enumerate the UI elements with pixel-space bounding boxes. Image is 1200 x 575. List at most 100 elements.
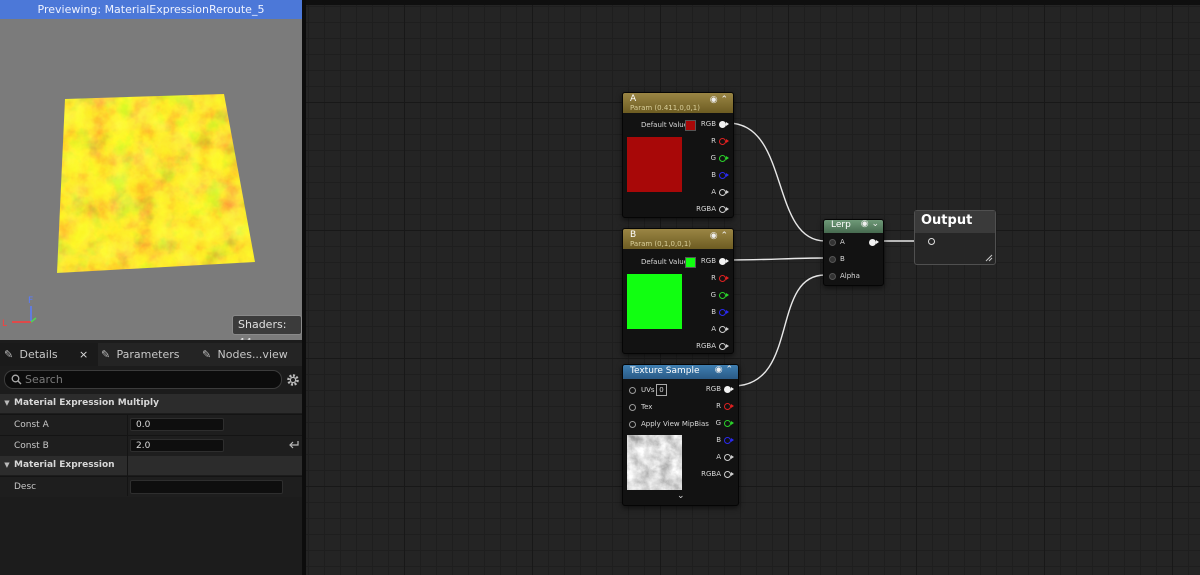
input-pin-a[interactable]	[829, 239, 836, 246]
node-header-icons[interactable]: ◉ ⌃	[710, 95, 728, 105]
output-pin-rgba[interactable]	[724, 471, 731, 478]
pin-arrow-icon	[726, 190, 729, 194]
gear-icon[interactable]	[286, 373, 300, 387]
node-texture-sample[interactable]: Texture Sample ◉ ⌃ UVs 0 Tex Apply View …	[622, 364, 739, 506]
pin-label-a: A	[716, 453, 721, 461]
collapse-up-icon[interactable]: ⌃	[720, 95, 728, 105]
close-icon[interactable]: ×	[79, 343, 88, 366]
output-pin-rgb[interactable]	[719, 258, 726, 265]
node-param-b[interactable]: B Param (0,1,0,0,1) ◉ ⌃ Default Value RG…	[622, 228, 734, 354]
node-output[interactable]: Output	[914, 210, 996, 265]
pin-arrow-icon	[726, 139, 729, 143]
collapse-up-icon[interactable]: ⌃	[720, 231, 728, 241]
tab-nodes-view[interactable]: ✎ Nodes...view	[202, 343, 300, 366]
category-material-expression-multiply[interactable]: ▼ Material Expression Multiply	[0, 394, 302, 413]
pin-arrow-icon	[726, 276, 729, 280]
output-pin-a[interactable]	[719, 326, 726, 333]
output-pin-rgba[interactable]	[719, 343, 726, 350]
search-box[interactable]	[4, 370, 282, 389]
category-material-expression[interactable]: ▼ Material Expression	[0, 456, 302, 475]
preview-toggle-icon[interactable]: ◉	[710, 231, 718, 241]
axis-gizmo: F L	[2, 296, 37, 329]
pin-label-r: R	[716, 402, 721, 410]
node-header[interactable]: Output	[915, 211, 995, 233]
output-pin-b[interactable]	[719, 309, 726, 316]
input-pin-mipbias[interactable]	[629, 421, 636, 428]
node-header[interactable]: A Param (0.411,0,0,1) ◉ ⌃	[623, 93, 733, 113]
input-pin-alpha[interactable]	[829, 273, 836, 280]
search-input[interactable]	[25, 371, 275, 388]
output-pin-g[interactable]	[719, 292, 726, 299]
node-header[interactable]: Lerp ◉ ⌄	[824, 220, 883, 233]
pin-arrow-icon	[726, 207, 729, 211]
output-pin-b[interactable]	[724, 437, 731, 444]
material-graph-canvas[interactable]	[306, 0, 1200, 575]
collapse-down-icon[interactable]: ⌄	[871, 220, 879, 229]
output-pin-a[interactable]	[719, 189, 726, 196]
output-pin-b[interactable]	[719, 172, 726, 179]
reset-to-default-icon[interactable]	[288, 439, 300, 449]
pin-label-rgb: RGB	[700, 257, 716, 265]
node-header[interactable]: Texture Sample ◉ ⌃	[623, 365, 738, 379]
node-title: Texture Sample	[630, 366, 700, 376]
pin-label-rgba: RGBA	[696, 205, 716, 213]
pin-arrow-icon	[731, 438, 734, 442]
resize-grip-icon[interactable]	[985, 254, 993, 262]
output-pin-r[interactable]	[719, 138, 726, 145]
output-pin[interactable]	[869, 239, 876, 246]
output-pin-a[interactable]	[724, 454, 731, 461]
column-divider[interactable]	[127, 414, 128, 496]
const-b-field[interactable]: 2.0	[130, 439, 224, 452]
preview-toggle-icon[interactable]: ◉	[710, 95, 718, 105]
output-pin-r[interactable]	[724, 403, 731, 410]
output-pin-rgb[interactable]	[724, 386, 731, 393]
node-lerp[interactable]: Lerp ◉ ⌄ A B Alpha	[823, 219, 884, 286]
pin-label-r: R	[711, 137, 716, 145]
node-title: A	[630, 94, 637, 104]
pin-arrow-icon	[726, 156, 729, 160]
output-pin-rgb[interactable]	[719, 121, 726, 128]
expand-chevron-icon[interactable]: ⌄	[677, 491, 685, 501]
pin-arrow-icon	[731, 421, 734, 425]
output-pin-g[interactable]	[724, 420, 731, 427]
uvs-value-field[interactable]: 0	[656, 384, 667, 396]
default-value-swatch[interactable]	[685, 120, 696, 131]
const-a-field[interactable]: 0.0	[130, 418, 224, 431]
input-pin-output[interactable]	[928, 238, 935, 245]
pin-label-mipbias: Apply View MipBias	[641, 420, 709, 428]
node-param-a[interactable]: A Param (0.411,0,0,1) ◉ ⌃ Default Value …	[622, 92, 734, 218]
pin-label-b: B	[711, 171, 716, 179]
default-value-label: Default Value	[641, 121, 689, 129]
desc-field[interactable]	[130, 480, 283, 494]
pin-label-rgba: RGBA	[696, 342, 716, 350]
node-subtitle: Param (0,1,0,0,1)	[630, 240, 692, 248]
node-header-icons[interactable]: ◉ ⌄	[861, 220, 879, 229]
input-pin-uvs[interactable]	[629, 387, 636, 394]
node-header-icons[interactable]: ◉ ⌃	[710, 231, 728, 241]
node-subtitle: Param (0.411,0,0,1)	[630, 104, 700, 112]
tab-parameters[interactable]: ✎ Parameters	[101, 343, 197, 366]
preview-toggle-icon[interactable]: ◉	[715, 365, 723, 375]
pin-label-b: B	[711, 308, 716, 316]
pin-label-rgba: RGBA	[701, 470, 721, 478]
node-header[interactable]: B Param (0,1,0,0,1) ◉ ⌃	[623, 229, 733, 249]
input-pin-b[interactable]	[829, 256, 836, 263]
pin-label-g: G	[710, 154, 716, 162]
pin-arrow-icon	[731, 472, 734, 476]
node-title: Lerp	[831, 220, 851, 230]
preview-viewport[interactable]: F L Shaders: 44	[0, 19, 302, 340]
pin-arrow-icon	[731, 387, 734, 391]
pin-arrow-icon	[731, 404, 734, 408]
pin-label-r: R	[711, 274, 716, 282]
node-header-icons[interactable]: ◉ ⌃	[715, 365, 733, 375]
color-preview	[627, 137, 682, 192]
pin-label-g: G	[715, 419, 721, 427]
output-pin-g[interactable]	[719, 155, 726, 162]
input-pin-tex[interactable]	[629, 404, 636, 411]
default-value-swatch[interactable]	[685, 257, 696, 268]
output-pin-rgba[interactable]	[719, 206, 726, 213]
output-pin-r[interactable]	[719, 275, 726, 282]
tab-nodes-view-label: Nodes...view	[217, 348, 288, 361]
preview-toggle-icon[interactable]: ◉	[861, 220, 869, 229]
collapse-up-icon[interactable]: ⌃	[725, 365, 733, 375]
